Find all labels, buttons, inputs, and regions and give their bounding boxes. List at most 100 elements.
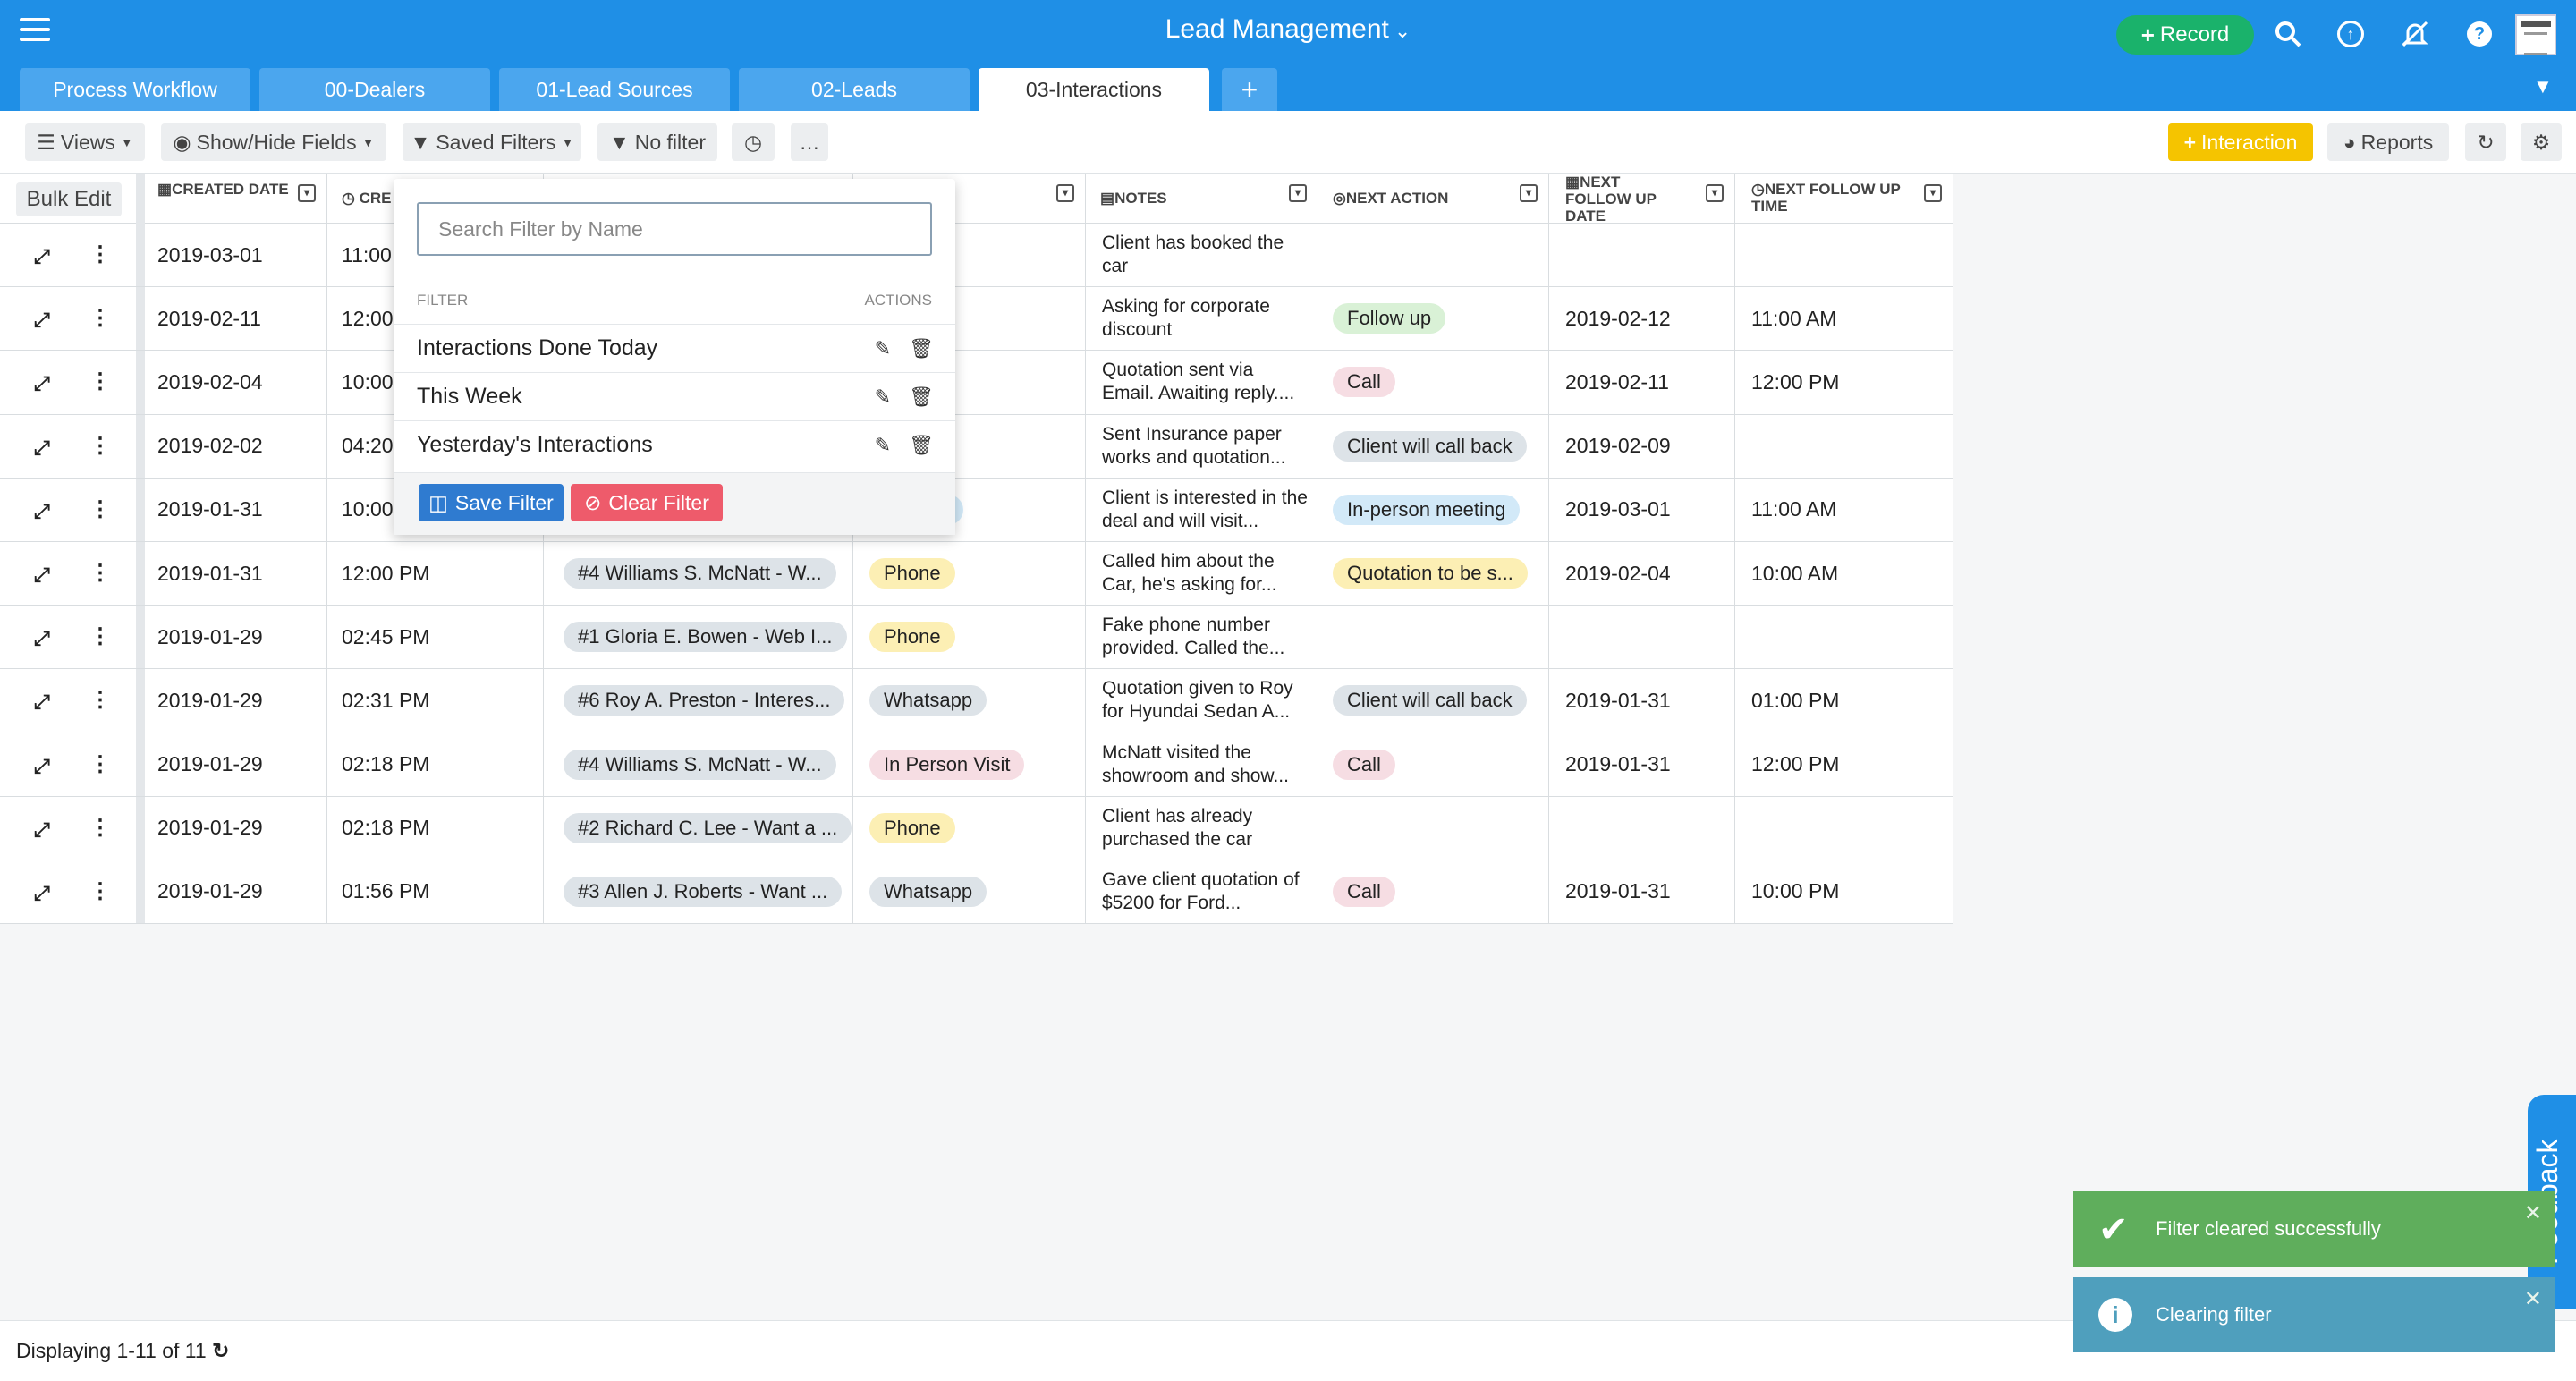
cell-date[interactable]: 2019-01-31	[145, 478, 327, 541]
cell-notes[interactable]: Called him about the Car, he's asking fo…	[1086, 541, 1318, 606]
cell-lead[interactable]: #2 Richard C. Lee - Want a ...	[544, 796, 853, 860]
cell-fdate[interactable]: 2019-03-01	[1549, 478, 1735, 541]
table-row[interactable]: ⤢ ⋮ 2019-02-02 04:20 Sent Insurance paper wo…	[0, 414, 1953, 479]
cell-notes[interactable]: Client has booked the car	[1086, 224, 1318, 287]
trash-icon[interactable]: 🗑	[909, 385, 934, 409]
cell-time[interactable]: 12:00 PM	[327, 541, 544, 606]
column-next-follow-up-time[interactable]: ◷NEXT FOLLOW UP TIME ▾	[1735, 174, 1953, 224]
cell-ftime[interactable]: 12:00 PM	[1735, 733, 1953, 796]
column-notes[interactable]: ▤NOTES ▾	[1086, 174, 1318, 224]
cell-mode[interactable]: Whatsapp	[853, 669, 1086, 733]
tab-lead-sources[interactable]: 01-Lead Sources	[499, 68, 730, 111]
cell-fdate[interactable]	[1549, 796, 1735, 860]
cell-notes[interactable]: Fake phone number provided. Called the..…	[1086, 606, 1318, 669]
cell-date[interactable]: 2019-01-29	[145, 860, 327, 924]
cell-fdate[interactable]	[1549, 224, 1735, 287]
cell-date[interactable]: 2019-01-29	[145, 669, 327, 733]
edit-pencil-icon[interactable]: ✎	[875, 434, 891, 457]
cell-action[interactable]	[1318, 224, 1549, 287]
expand-row-icon[interactable]: ⤢	[34, 563, 50, 587]
cell-ftime[interactable]	[1735, 414, 1953, 478]
cell-action[interactable]	[1318, 606, 1549, 669]
cell-date[interactable]: 2019-02-04	[145, 351, 327, 414]
expand-row-icon[interactable]: ⤢	[34, 500, 50, 523]
cell-fdate[interactable]	[1549, 606, 1735, 669]
cell-mode[interactable]: Whatsapp	[853, 860, 1086, 924]
show-hide-fields-button[interactable]: ◉ Show/Hide Fields ▼	[161, 123, 386, 161]
column-filter-icon[interactable]: ▾	[1706, 184, 1724, 202]
views-button[interactable]: ☰ Views ▼	[25, 123, 145, 161]
cell-fdate[interactable]: 2019-02-12	[1549, 287, 1735, 351]
cell-fdate[interactable]: 2019-01-31	[1549, 669, 1735, 733]
table-row[interactable]: ⤢ ⋮ 2019-01-29 01:56 PM #3 Allen J. Roberts …	[0, 860, 1953, 925]
cell-time[interactable]: 02:31 PM	[327, 669, 544, 733]
trash-icon[interactable]: 🗑	[909, 337, 934, 360]
expand-row-icon[interactable]: ⤢	[34, 882, 50, 905]
tab-interactions[interactable]: 03-Interactions	[979, 68, 1209, 111]
row-menu-icon[interactable]: ⋮	[89, 433, 111, 459]
column-filter-icon[interactable]: ▾	[1289, 184, 1307, 202]
tab-dealers[interactable]: 00-Dealers	[259, 68, 490, 111]
cell-notes[interactable]: Quotation given to Roy for Hyundai Sedan…	[1086, 669, 1318, 733]
cell-action[interactable]	[1318, 796, 1549, 860]
save-filter-button[interactable]: ◫ Save Filter	[419, 484, 564, 521]
reports-button[interactable]: ◕ Reports	[2327, 123, 2449, 161]
cell-lead[interactable]: #4 Williams S. McNatt - W...	[544, 733, 853, 796]
expand-row-icon[interactable]: ⤢	[34, 436, 50, 460]
row-menu-icon[interactable]: ⋮	[89, 369, 111, 394]
cell-ftime[interactable]	[1735, 796, 1953, 860]
cell-fdate[interactable]: 2019-01-31	[1549, 860, 1735, 924]
cell-time[interactable]: 02:18 PM	[327, 796, 544, 860]
row-menu-icon[interactable]: ⋮	[89, 496, 111, 522]
help-icon[interactable]: ?	[2467, 21, 2492, 47]
tab-leads[interactable]: 02-Leads	[739, 68, 970, 111]
cell-ftime[interactable]: 11:00 AM	[1735, 478, 1953, 541]
refresh-icon[interactable]: ↻	[2465, 123, 2506, 161]
table-row[interactable]: ⤢ ⋮ 2019-01-29 02:18 PM #4 Williams S. McNat…	[0, 733, 1953, 797]
cell-action[interactable]: Client will call back	[1318, 669, 1549, 733]
cell-lead[interactable]: #4 Williams S. McNatt - W...	[544, 541, 853, 606]
search-icon[interactable]	[2270, 16, 2306, 52]
cell-action[interactable]: Call	[1318, 351, 1549, 414]
settings-gear-icon[interactable]: ⚙	[2521, 123, 2562, 161]
expand-row-icon[interactable]: ⤢	[34, 627, 50, 650]
cell-fdate[interactable]: 2019-02-09	[1549, 414, 1735, 478]
table-row[interactable]: ⤢⋮2019-01-3110:00ferenceClient is intere…	[0, 478, 1953, 542]
cell-mode[interactable]: Phone	[853, 796, 1086, 860]
tab-process-workflow[interactable]: Process Workflow	[20, 68, 250, 111]
expand-row-icon[interactable]: ⤢	[34, 690, 50, 714]
cell-fdate[interactable]: 2019-01-31	[1549, 733, 1735, 796]
expand-row-icon[interactable]: ⤢	[34, 245, 50, 268]
cell-notes[interactable]: Asking for corporate discount	[1086, 287, 1318, 351]
cell-time[interactable]: 01:56 PM	[327, 860, 544, 924]
cell-action[interactable]: Quotation to be s...	[1318, 541, 1549, 606]
table-row[interactable]: ⤢ ⋮ 2019-01-29 02:31 PM #6 Roy A. Preston - …	[0, 669, 1953, 733]
upload-icon[interactable]: ↑	[2337, 21, 2364, 47]
add-tab-button[interactable]: +	[1222, 68, 1277, 111]
cell-ftime[interactable]: 10:00 PM	[1735, 860, 1953, 924]
cell-action[interactable]: Follow up	[1318, 287, 1549, 351]
saved-filter-item[interactable]: Interactions Done Today ✎ 🗑	[394, 324, 955, 372]
edit-pencil-icon[interactable]: ✎	[875, 337, 891, 360]
cell-date[interactable]: 2019-01-29	[145, 733, 327, 796]
close-icon[interactable]: ✕	[2524, 1200, 2542, 1226]
add-record-button[interactable]: + Record	[2116, 15, 2254, 55]
cell-mode[interactable]: In Person Visit	[853, 733, 1086, 796]
cell-notes[interactable]: Sent Insurance paper works and quotation…	[1086, 414, 1318, 478]
column-next-follow-up-date[interactable]: ▦NEXT FOLLOW UP DATE ▾	[1549, 174, 1735, 224]
row-menu-icon[interactable]: ⋮	[89, 623, 111, 649]
edit-pencil-icon[interactable]: ✎	[875, 385, 891, 409]
cell-ftime[interactable]	[1735, 606, 1953, 669]
cell-notes[interactable]: McNatt visited the showroom and show...	[1086, 733, 1318, 796]
cell-ftime[interactable]: 01:00 PM	[1735, 669, 1953, 733]
table-row[interactable]: ⤢ ⋮ 2019-01-29 02:45 PM #1 Gloria E. Bowen -…	[0, 606, 1953, 670]
cell-mode[interactable]: Phone	[853, 541, 1086, 606]
cell-ftime[interactable]	[1735, 224, 1953, 287]
row-menu-icon[interactable]: ⋮	[89, 687, 111, 713]
cell-date[interactable]: 2019-01-29	[145, 606, 327, 669]
column-filter-icon[interactable]: ▾	[1056, 184, 1074, 202]
cell-action[interactable]: Call	[1318, 860, 1549, 924]
cell-notes[interactable]: Client is interested in the deal and wil…	[1086, 478, 1318, 541]
table-row[interactable]: ⤢ ⋮ 2019-01-31 12:00 PM #4 Williams S. McNat…	[0, 541, 1953, 606]
app-switcher-icon[interactable]	[2515, 14, 2556, 55]
